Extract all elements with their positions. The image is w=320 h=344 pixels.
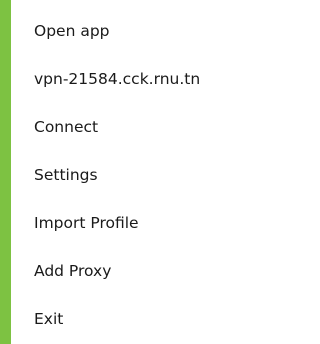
menu-item-connect[interactable]: Connect bbox=[11, 112, 260, 142]
menu-item-import-profile[interactable]: Import Profile bbox=[11, 208, 260, 238]
menu-item-add-proxy[interactable]: Add Proxy bbox=[11, 256, 260, 286]
menu-item-settings[interactable]: Settings bbox=[11, 160, 260, 190]
menu-item-vpn-server[interactable]: vpn-21584.cck.rnu.tn bbox=[11, 64, 260, 94]
menu-item-exit[interactable]: Exit bbox=[11, 304, 260, 334]
menu-list: Open app vpn-21584.cck.rnu.tn Connect Se… bbox=[11, 0, 260, 344]
menu-accent-bar bbox=[0, 0, 11, 344]
menu-item-open-app[interactable]: Open app bbox=[11, 16, 260, 46]
tray-context-menu: Open app vpn-21584.cck.rnu.tn Connect Se… bbox=[0, 0, 260, 344]
